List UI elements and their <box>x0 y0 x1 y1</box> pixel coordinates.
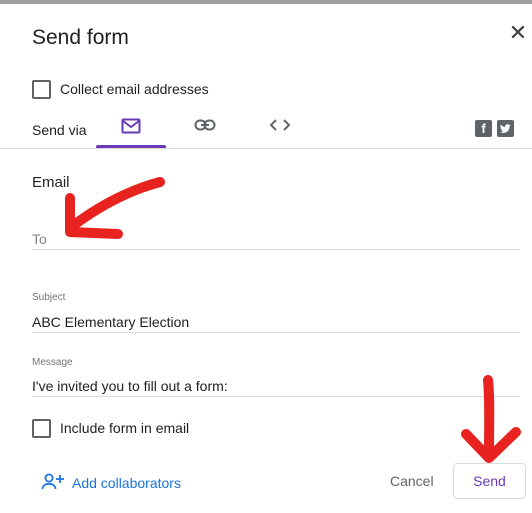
email-section-title: Email <box>32 174 70 191</box>
link-icon <box>194 119 216 131</box>
twitter-icon[interactable] <box>497 120 514 137</box>
cancel-button[interactable]: Cancel <box>390 473 434 489</box>
send-via-label: Send via <box>32 122 87 138</box>
mail-icon <box>121 118 141 134</box>
subject-field[interactable]: ABC Elementary Election <box>32 314 189 330</box>
message-field[interactable]: I've invited you to fill out a form: <box>32 378 228 394</box>
collect-email-label: Collect email addresses <box>60 81 209 97</box>
annotation-overlay <box>65 177 521 463</box>
tab-link[interactable] <box>170 114 240 148</box>
to-field-placeholder[interactable]: To <box>32 231 47 247</box>
twitter-bird-icon <box>499 124 511 133</box>
facebook-icon[interactable]: f <box>475 120 492 137</box>
tab-email[interactable] <box>96 114 166 148</box>
red-arrow-annotation-to <box>65 177 165 239</box>
window-top-border <box>0 0 532 4</box>
tab-embed[interactable] <box>245 114 315 148</box>
dialog-title: Send form <box>32 26 129 49</box>
to-field-underline <box>32 249 520 250</box>
red-arrow-annotation-send <box>461 375 521 463</box>
include-form-label: Include form in email <box>60 420 190 436</box>
subject-label: Subject <box>32 292 66 303</box>
collect-email-checkbox[interactable] <box>32 80 51 99</box>
close-icon[interactable]: ✕ <box>508 22 528 44</box>
message-label: Message <box>32 357 73 368</box>
send-button[interactable]: Send <box>453 463 526 499</box>
add-person-icon[interactable] <box>40 472 66 492</box>
code-icon <box>269 119 291 131</box>
tabs-divider <box>0 148 532 149</box>
include-form-checkbox[interactable] <box>32 419 51 438</box>
subject-underline <box>32 332 520 333</box>
add-collaborators-button[interactable]: Add collaborators <box>72 475 181 491</box>
message-underline <box>32 396 520 397</box>
